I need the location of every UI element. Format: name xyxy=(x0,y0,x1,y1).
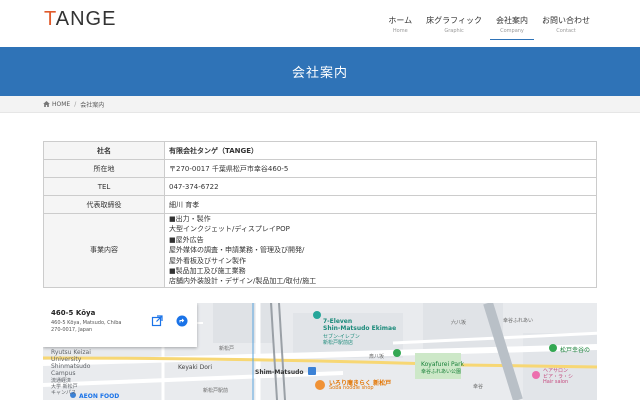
table-row: 所在地 〒270-0017 千葉県松戸市幸谷460-5 xyxy=(43,159,597,178)
site-logo[interactable]: TANGE xyxy=(44,8,116,31)
business-line: 屋外看板及びサイン製作 xyxy=(169,256,246,265)
ceo-value: 細川 育孝 xyxy=(164,195,597,214)
business-line: ■製品加工及び施工業務 xyxy=(169,267,246,276)
company-info-table: 社名 有限会社タンゲ（TANGE） 所在地 〒270-0017 千葉県松戸市幸谷… xyxy=(43,141,597,288)
company-name-label: 社名 xyxy=(43,141,165,160)
company-name-value: 有限会社タンゲ（TANGE） xyxy=(164,141,597,160)
map-label-koyafurei-jp: 幸谷ふれあい公園 xyxy=(421,369,462,375)
map-label-street: 新松戸駅前 xyxy=(203,388,229,394)
table-row: 代表取締役 細川 育孝 xyxy=(43,195,597,214)
nav-label: ホーム xyxy=(388,16,413,25)
map-label-ryutsu: Ryutsu Keizai xyxy=(51,349,91,356)
tel-value: 047-374-6722 xyxy=(164,177,597,196)
map-label-keyaki: Keyaki Dori xyxy=(178,364,213,371)
directions-icon[interactable] xyxy=(176,315,188,327)
business-line: 屋外媒体の調査・申請業務・管理及び開発/ xyxy=(169,246,305,255)
open-in-maps-icon[interactable] xyxy=(151,315,163,327)
nav-sublabel: Company xyxy=(500,28,524,34)
map-label-koyafurei: Koyafurei Park xyxy=(421,361,465,368)
page-title: 会社案内 xyxy=(291,66,348,81)
map-label-ryutsu-jp: キャンパス xyxy=(51,390,77,396)
nav-item-company[interactable]: 会社案内 Company xyxy=(490,0,534,40)
map-label-matsudo-koya: 松戸幸谷の xyxy=(560,347,591,354)
table-row: 社名 有限会社タンゲ（TANGE） xyxy=(43,141,597,160)
map-label-street: 斎八坂 xyxy=(369,354,385,360)
map-label-7eleven-jp2: 新松戸駅前店 xyxy=(323,340,354,346)
business-value: ■出力・製作 大型インクジェット/ディスプレイPOP ■屋外広告 屋外媒体の調査… xyxy=(164,213,597,288)
address-label: 所在地 xyxy=(43,159,165,178)
nav-item-contact[interactable]: お問い合わせ Contact xyxy=(536,0,596,40)
nav-label: 会社案内 xyxy=(496,16,528,25)
map-label-street: 幸谷 xyxy=(473,384,484,390)
nav-sublabel: Graphic xyxy=(444,28,464,34)
table-row: 事業内容 ■出力・製作 大型インクジェット/ディスプレイPOP ■屋外広告 屋外… xyxy=(43,213,597,288)
map-label-ryutsu: University xyxy=(51,356,82,363)
business-line: 大型インクジェット/ディスプレイPOP xyxy=(169,225,290,234)
map-label-street: 新松戸 xyxy=(219,346,235,352)
business-line: ■屋外広告 xyxy=(169,235,204,244)
nav-label: 床グラフィック xyxy=(426,16,482,25)
embedded-map[interactable]: 460-5 Kōya 460-5 Kōya, Matsudo, Chiba 27… xyxy=(43,303,597,400)
address-value: 〒270-0017 千葉県松戸市幸谷460-5 xyxy=(164,159,597,178)
map-label-street: 幸谷ふれあい xyxy=(503,318,534,324)
map-place-card: 460-5 Kōya 460-5 Kōya, Matsudo, Chiba 27… xyxy=(43,303,197,347)
map-place-title: 460-5 Kōya xyxy=(51,309,96,317)
home-icon xyxy=(43,101,50,107)
map-label-aeon: AEON FOOD xyxy=(79,393,120,400)
business-label: 事業内容 xyxy=(43,213,165,288)
site-header: TANGE ホーム Home 床グラフィック Graphic 会社案内 Comp… xyxy=(0,0,640,47)
business-line: ■出力・製作 xyxy=(169,215,211,223)
nav-sublabel: Contact xyxy=(556,28,576,34)
nav-item-graphic[interactable]: 床グラフィック Graphic xyxy=(420,0,488,40)
map-label-7eleven-sub: Shin-Matsudo Ekimae xyxy=(323,325,397,332)
map-label-iroriya-sub: Soba noodle shop xyxy=(329,385,374,391)
breadcrumb-current: 会社案内 xyxy=(80,101,105,109)
nav-item-home[interactable]: ホーム Home xyxy=(382,0,418,40)
page-banner: 会社案内 xyxy=(0,47,640,96)
table-row: TEL 047-374-6722 xyxy=(43,177,597,196)
map-label-7eleven: 7-Eleven xyxy=(323,318,353,325)
map-label-ryutsu: Campus xyxy=(51,370,76,377)
nav-sublabel: Home xyxy=(392,28,408,34)
map-label-shim-matsudo: Shim-Matsudo xyxy=(255,369,304,376)
breadcrumb: HOME / 会社案内 xyxy=(0,96,640,113)
tel-label: TEL xyxy=(43,177,165,196)
business-line: 店舗内外装設計・デザイン/製品加工/取付/施工 xyxy=(169,277,317,286)
ceo-label: 代表取締役 xyxy=(43,195,165,214)
map-place-address: 460-5 Kōya, Matsudo, Chiba 270-0017, Jap… xyxy=(51,320,122,333)
map-label-hair: Hair salon xyxy=(543,379,569,385)
breadcrumb-separator: / xyxy=(74,100,77,108)
main-nav: ホーム Home 床グラフィック Graphic 会社案内 Company お問… xyxy=(380,0,596,47)
nav-label: お問い合わせ xyxy=(542,16,590,25)
breadcrumb-home-link[interactable]: HOME xyxy=(52,101,70,108)
map-label-ryutsu: Shinmatsudo xyxy=(51,363,91,370)
map-label-street: 六八坂 xyxy=(451,320,467,326)
